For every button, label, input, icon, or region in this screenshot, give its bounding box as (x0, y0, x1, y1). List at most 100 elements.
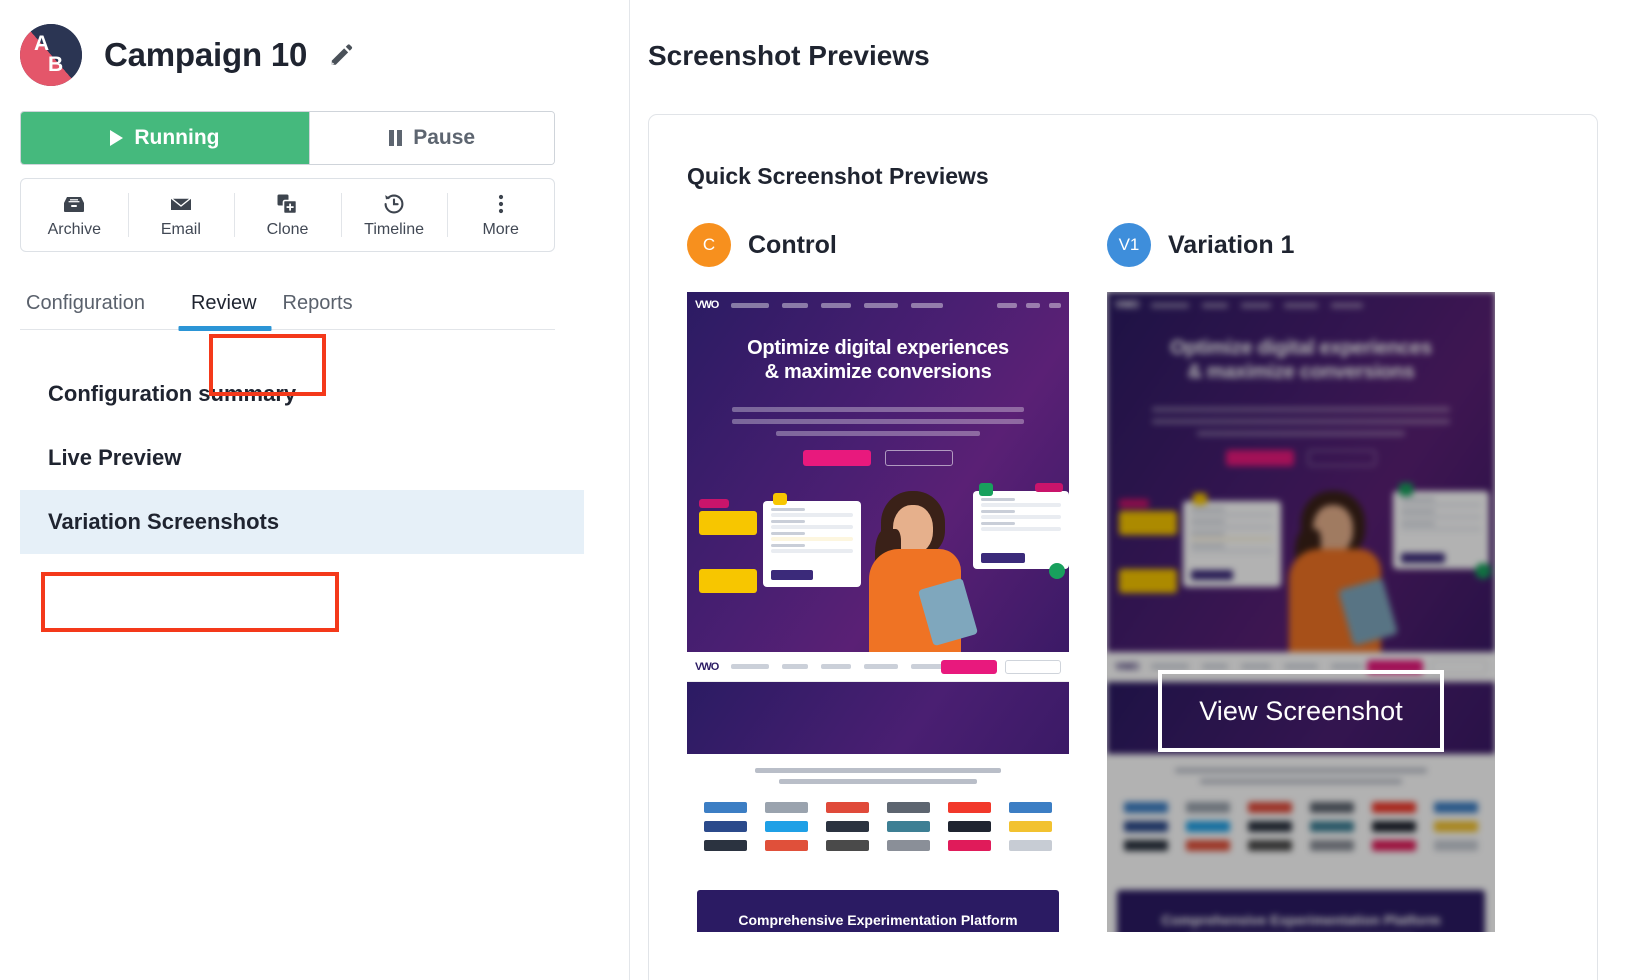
nav-link (1049, 302, 1061, 308)
variation-1-screenshot-thumbnail[interactable]: VWO Optimize digital experiences & maxim… (1107, 292, 1495, 932)
control-screenshot-thumbnail[interactable]: VWO Optimize digital experiences & maxim… (687, 292, 1069, 932)
customer-logo (886, 802, 931, 813)
more-label: More (482, 221, 519, 238)
campaign-tabs: Configuration Review Reports (20, 292, 555, 331)
nav-link (864, 302, 899, 308)
customer-logo (886, 821, 931, 832)
archive-button[interactable]: Archive (21, 179, 128, 251)
tab-reports[interactable]: Reports (283, 292, 375, 329)
customer-logo (1008, 840, 1053, 851)
illus-badge-green (979, 483, 993, 496)
site-bottom-band: Comprehensive Experimentation Platform (697, 890, 1059, 932)
review-item-label: Live Preview (48, 445, 182, 470)
envelope-icon (168, 191, 194, 217)
variation-1-name: Variation 1 (1168, 230, 1295, 259)
timeline-label: Timeline (364, 221, 425, 238)
site-sticky-navbar: VWO (687, 652, 1069, 682)
nav-right-group (997, 302, 1061, 308)
variation-1: V1 Variation 1 VWO Optimize digital expe… (1107, 222, 1527, 932)
more-vertical-icon (488, 191, 514, 217)
customer-logo (825, 840, 870, 851)
view-screenshot-label: View Screenshot (1199, 695, 1403, 726)
variation-badge-label: V1 (1118, 235, 1140, 254)
vwo-logo: VWO (695, 299, 719, 311)
review-item-variation-screenshots[interactable]: Variation Screenshots (20, 490, 584, 554)
customer-logo (764, 821, 809, 832)
customer-logo (825, 821, 870, 832)
card-title: Quick Screenshot Previews (687, 163, 989, 189)
app-root: A B Campaign 10 Running Pause Archive Em… (0, 0, 1646, 980)
avatar: A B (20, 24, 82, 86)
illus-tag-pink (699, 499, 729, 508)
customer-logo (703, 840, 748, 851)
pencil-icon (331, 44, 353, 65)
pause-icon (388, 130, 403, 146)
customer-logo (1008, 821, 1053, 832)
screenshot-previews-panel: Screenshot Previews Quick Screenshot Pre… (630, 0, 1646, 980)
site-hero: VWO Optimize digital experiences & maxim… (687, 292, 1069, 659)
sticky-cta-secondary (1005, 659, 1061, 674)
edit-campaign-name-button[interactable] (326, 40, 356, 70)
tab-review-label: Review (190, 292, 257, 314)
illus-person (863, 491, 979, 659)
review-section-list: Configuration summary Live Preview Varia… (0, 362, 629, 554)
illus-badge-pink (1035, 483, 1063, 492)
more-button[interactable]: More (447, 179, 554, 251)
tab-configuration[interactable]: Configuration (20, 292, 167, 329)
clone-icon (274, 191, 300, 217)
customer-logo (703, 821, 748, 832)
site-navbar: VWO (687, 292, 1069, 318)
annotation-box-variation-screenshots (41, 572, 339, 632)
site-subcopy (732, 407, 1024, 436)
customer-logo (947, 802, 992, 813)
illus-form-card (763, 501, 861, 587)
preview-site-render: VWO Optimize digital experiences & maxim… (687, 292, 1069, 932)
email-button[interactable]: Email (127, 179, 235, 251)
nav-link (1026, 302, 1040, 308)
timeline-button[interactable]: Timeline (340, 179, 448, 251)
nav-link (911, 302, 944, 308)
archive-label: Archive (47, 221, 101, 238)
customer-logo (825, 802, 870, 813)
campaign-header: A B Campaign 10 (0, 0, 629, 86)
site-social-proof (687, 754, 1069, 882)
variation-control: C Control VWO Optimize digital experienc… (687, 222, 1107, 932)
illus-tag-yellow (699, 569, 757, 593)
clone-label: Clone (266, 221, 309, 238)
customer-logo (764, 802, 809, 813)
variation-badge-label: C (702, 235, 716, 254)
variation-badge-control: C (687, 223, 731, 267)
tab-review[interactable]: Review (167, 292, 283, 331)
site-hero-illustration (687, 477, 1069, 659)
status-pause-label: Pause (413, 126, 476, 149)
nav-link (997, 302, 1017, 308)
review-item-label: Variation Screenshots (48, 509, 280, 534)
status-running-button[interactable]: Running (21, 112, 309, 164)
thumbnail-hover-overlay (1107, 292, 1495, 932)
site-hero-continued (687, 682, 1069, 754)
campaign-status-toggle: Running Pause (20, 111, 555, 165)
bottom-band-title: Comprehensive Experimentation Platform (738, 912, 1018, 928)
review-item-configuration-summary[interactable]: Configuration summary (0, 362, 629, 426)
variation-badge-v1: V1 (1107, 223, 1151, 267)
customer-logo (703, 802, 748, 813)
illus-tag-yellow (699, 511, 757, 535)
site-headline-line2: & maximize conversions (764, 361, 992, 384)
site-headline-line1: Optimize digital experiences (747, 337, 1009, 359)
history-clock-icon (381, 191, 407, 217)
review-item-live-preview[interactable]: Live Preview (0, 426, 629, 490)
campaign-action-toolbar: Archive Email Clone Timeline More (20, 178, 555, 252)
view-screenshot-button[interactable]: View Screenshot (1158, 670, 1444, 752)
status-pause-button[interactable]: Pause (308, 112, 554, 164)
quick-previews-card: Quick Screenshot Previews C Control VWO … (648, 114, 1598, 980)
site-cta-group (687, 450, 1069, 466)
clone-button[interactable]: Clone (234, 179, 341, 251)
campaign-sidebar: A B Campaign 10 Running Pause Archive Em… (0, 0, 630, 980)
illus-badge-circle (1049, 563, 1065, 579)
customer-logo (947, 840, 992, 851)
illus-form-button (771, 570, 813, 580)
avatar-letter-a: A (34, 32, 50, 55)
illus-form-button-2 (981, 553, 1025, 563)
site-cta-secondary (885, 450, 953, 466)
archive-icon (61, 191, 87, 217)
